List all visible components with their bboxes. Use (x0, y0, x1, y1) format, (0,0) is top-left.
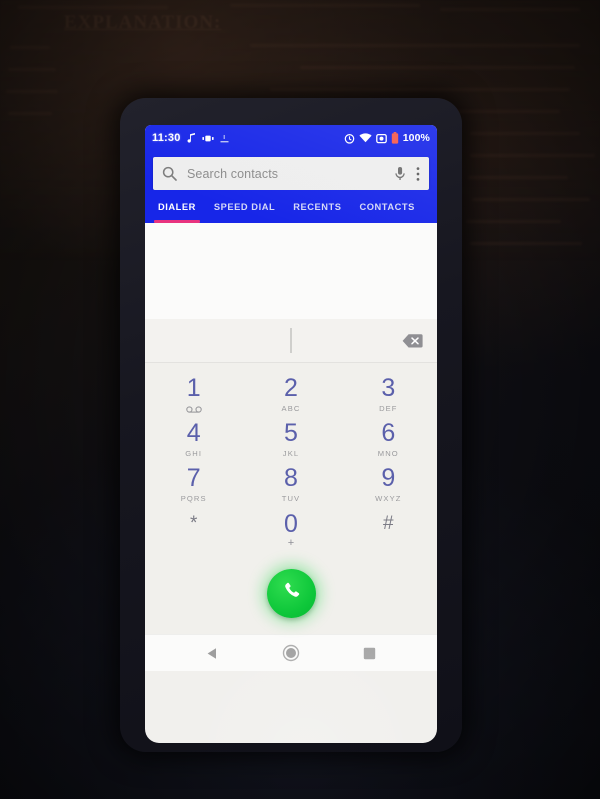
dial-key-8-digit: 8 (284, 463, 298, 492)
status-bar-right: 100% (344, 132, 430, 144)
tab-bar: DIALER SPEED DIAL RECENTS CONTACTS (145, 190, 437, 223)
dial-key-4[interactable]: 4 GHI (145, 417, 242, 462)
voicemail-icon (185, 405, 202, 414)
call-button-area (145, 552, 437, 634)
dial-key-5-letters: JKL (282, 448, 300, 458)
dial-key-1[interactable]: 1 (145, 372, 242, 417)
dial-key-star[interactable]: * (145, 507, 242, 552)
dial-key-hash[interactable]: # (340, 507, 437, 552)
music-note-icon (187, 133, 196, 143)
battery-icon (391, 132, 399, 144)
dial-key-7-digit: 7 (186, 463, 201, 492)
dial-key-4-digit: 4 (186, 418, 201, 447)
tab-speed-dial[interactable]: SPEED DIAL (205, 190, 284, 223)
dial-key-hash-digit: # (383, 512, 394, 534)
dial-key-3-digit: 3 (381, 373, 396, 402)
back-icon[interactable] (195, 636, 229, 670)
screenshot-icon (375, 133, 387, 144)
recents-icon[interactable] (353, 636, 387, 670)
tab-recents-label: RECENTS (293, 201, 342, 212)
dial-key-7-letters: PQRS (180, 493, 207, 503)
dial-key-star-digit: * (189, 512, 198, 534)
dial-key-9[interactable]: 9 WXYZ (340, 462, 437, 507)
app-bar: Search contacts (145, 151, 437, 190)
phone-device: 11:30 100% Search contacts DIALER SPEED … (120, 98, 462, 752)
tab-dialer-label: DIALER (158, 201, 196, 212)
dial-key-4-letters: GHI (185, 448, 203, 458)
dial-key-5[interactable]: 5 JKL (242, 417, 339, 462)
dial-key-6-digit: 6 (381, 418, 396, 447)
dial-key-2-letters: ABC (281, 403, 301, 413)
dial-key-8-letters: TUV (281, 493, 301, 503)
digit-input-field[interactable] (145, 319, 437, 363)
vibrate-icon (201, 134, 214, 143)
tab-contacts-label: CONTACTS (359, 201, 415, 212)
dialpad: 1 2 ABC 3 DEF 4 GHI 5 JKL 6 MNO 7 PQRS 8… (145, 363, 437, 552)
dial-key-6[interactable]: 6 MNO (340, 417, 437, 462)
status-bar: 11:30 100% (145, 125, 437, 151)
dial-key-6-letters: MNO (377, 448, 399, 458)
dial-key-0-digit: 0 (284, 510, 298, 538)
tab-dialer[interactable]: DIALER (149, 190, 205, 223)
navigation-bar (145, 634, 437, 671)
call-button[interactable] (266, 568, 316, 618)
text-caret (290, 328, 292, 353)
dialpad-row-4: * 0 + # (145, 507, 437, 552)
tab-recents[interactable]: RECENTS (284, 190, 350, 223)
status-bar-left: 11:30 (152, 132, 229, 144)
dial-key-9-letters: WXYZ (375, 493, 402, 503)
dial-key-2-digit: 2 (284, 373, 298, 402)
wifi-icon (359, 133, 372, 143)
dial-key-3-letters: DEF (379, 403, 398, 413)
dial-key-9-digit: 9 (381, 463, 396, 492)
search-icon (162, 166, 177, 181)
dialpad-row-3: 7 PQRS 8 TUV 9 WXYZ (145, 462, 437, 507)
tab-speed-dial-label: SPEED DIAL (213, 201, 276, 212)
dial-key-0[interactable]: 0 + (242, 507, 339, 552)
alarm-icon (344, 133, 355, 144)
document-heading: EXPLANATION: (64, 12, 222, 33)
backspace-icon[interactable] (402, 333, 423, 348)
status-clock: 11:30 (152, 132, 181, 144)
dial-key-7[interactable]: 7 PQRS (145, 462, 242, 507)
microphone-icon[interactable] (394, 166, 406, 182)
dial-key-0-plus: + (287, 537, 295, 549)
phone-screen: 11:30 100% Search contacts DIALER SPEED … (145, 125, 437, 743)
dial-key-2[interactable]: 2 ABC (242, 372, 339, 417)
phone-icon (280, 579, 303, 607)
download-icon (220, 134, 229, 143)
home-icon[interactable] (274, 636, 308, 670)
dialpad-row-1: 1 2 ABC 3 DEF (145, 372, 437, 417)
search-input[interactable]: Search contacts (187, 167, 384, 181)
content-area (145, 223, 437, 319)
search-bar[interactable]: Search contacts (153, 157, 429, 190)
dialpad-row-2: 4 GHI 5 JKL 6 MNO (145, 417, 437, 462)
dial-key-8[interactable]: 8 TUV (242, 462, 339, 507)
overflow-menu-icon[interactable] (416, 166, 420, 182)
battery-percent: 100% (402, 132, 430, 144)
dial-key-5-digit: 5 (284, 418, 298, 447)
tab-contacts[interactable]: CONTACTS (350, 190, 423, 223)
dial-key-1-digit: 1 (186, 373, 201, 402)
dial-key-3[interactable]: 3 DEF (340, 372, 437, 417)
